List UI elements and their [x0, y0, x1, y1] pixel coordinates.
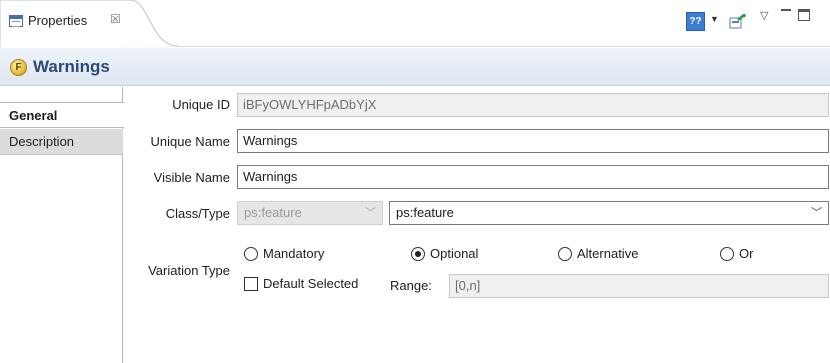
chevron-down-icon[interactable]: ▼ — [710, 14, 719, 24]
chevron-down-icon: ﹀ — [365, 207, 376, 219]
range-field: [0,n] — [449, 274, 829, 298]
view-menu-icon[interactable]: ▽ — [760, 9, 768, 22]
properties-view-icon — [9, 15, 23, 27]
radio-optional[interactable]: Optional — [411, 246, 478, 262]
tab-outline — [0, 0, 178, 47]
range-label: Range: — [390, 278, 432, 293]
class-type-left-value: ps:feature — [244, 205, 302, 220]
chevron-down-icon[interactable]: ﹀ — [811, 202, 822, 224]
page-title: Warnings — [33, 57, 110, 76]
radio-circle[interactable] — [244, 247, 258, 261]
help-icon[interactable]: ?? — [686, 12, 705, 31]
radio-alternative[interactable]: Alternative — [558, 246, 638, 262]
pin-icon[interactable] — [729, 14, 746, 29]
class-type-label: Class/Type — [165, 206, 230, 221]
class-type-select[interactable]: ps:feature ﹀ — [389, 201, 829, 225]
default-selected-label: Default Selected — [263, 276, 359, 291]
variation-type-label: Variation Type — [148, 263, 230, 278]
view-tab-bar: Properties ☒ ?? ▼ ▽ — [0, 0, 830, 47]
properties-tab[interactable]: Properties ☒ — [0, 0, 178, 47]
radio-mandatory-label: Mandatory — [263, 246, 325, 261]
element-header: F Warnings — [0, 48, 830, 86]
class-type-right-value: ps:feature — [396, 205, 454, 220]
maximize-icon[interactable] — [798, 9, 810, 21]
radio-circle[interactable] — [558, 247, 572, 261]
radio-mandatory[interactable]: Mandatory — [244, 246, 324, 262]
unique-id-label: Unique ID — [172, 97, 230, 112]
side-tab-description[interactable]: Description — [0, 129, 123, 155]
checkbox-box[interactable] — [244, 277, 258, 291]
side-tab-list: General Description — [0, 87, 124, 363]
tab-title: Properties — [28, 13, 88, 28]
minimize-icon[interactable] — [781, 9, 791, 17]
radio-alternative-label: Alternative — [577, 246, 639, 261]
radio-circle[interactable] — [720, 247, 734, 261]
visible-name-field[interactable]: Warnings — [237, 165, 829, 189]
unique-name-label: Unique Name — [150, 134, 231, 149]
feature-icon: F — [10, 59, 27, 76]
radio-circle-selected[interactable] — [411, 247, 425, 261]
class-type-select-disabled: ps:feature ﹀ — [237, 201, 383, 225]
unique-name-field[interactable]: Warnings — [237, 129, 829, 153]
radio-optional-label: Optional — [430, 246, 479, 261]
visible-name-label: Visible Name — [153, 170, 230, 185]
unique-id-field: iBFyOWLYHFpADbYjX — [237, 93, 829, 117]
radio-or[interactable]: Or — [720, 246, 753, 262]
radio-or-label: Or — [739, 246, 754, 261]
side-tab-general[interactable]: General — [0, 102, 124, 128]
view-toolbar: ?? ▼ ▽ — [680, 0, 830, 47]
close-icon[interactable]: ☒ — [110, 12, 121, 26]
default-selected-checkbox[interactable]: Default Selected — [244, 276, 358, 292]
